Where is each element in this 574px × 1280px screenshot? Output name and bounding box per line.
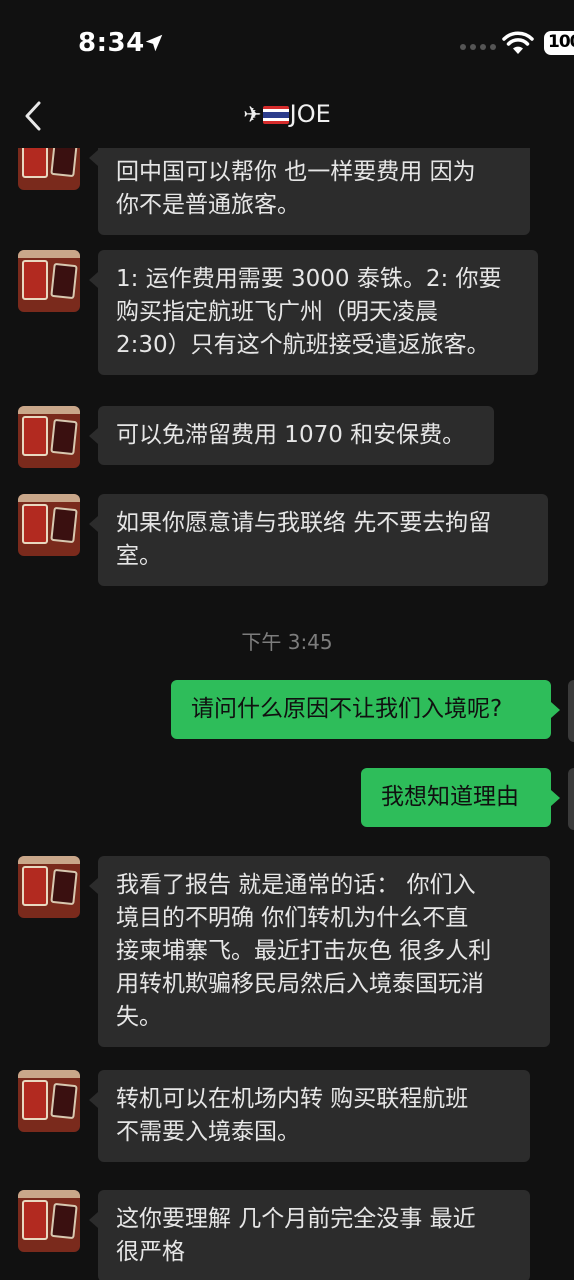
- avatar-sign: [50, 262, 78, 300]
- airplane-icon: ✈: [243, 103, 262, 128]
- avatar-sign: [22, 504, 48, 544]
- contact-avatar[interactable]: [18, 494, 80, 556]
- incoming-message[interactable]: 我看了报告 就是通常的话： 你们入 境目的不明确 你们转机为什么不直 接柬埔寨飞…: [89, 856, 550, 1047]
- battery-icon: 100: [544, 31, 574, 55]
- outgoing-message[interactable]: 请问什么原因不让我们入境呢?: [171, 680, 560, 739]
- contact-avatar[interactable]: [18, 1190, 80, 1252]
- my-avatar[interactable]: [568, 768, 574, 830]
- avatar-sign: [50, 1082, 78, 1120]
- status-bar: 8:34 100: [0, 0, 574, 86]
- contact-avatar[interactable]: [18, 856, 80, 918]
- navigation-bar: ✈ JOE: [0, 86, 574, 148]
- my-avatar[interactable]: [568, 680, 574, 742]
- avatar-sign: [50, 1202, 78, 1240]
- avatar-stripe: [18, 856, 80, 864]
- avatar-stripe: [18, 250, 80, 258]
- outgoing-message[interactable]: 我想知道理由: [361, 768, 560, 827]
- cellular-signal-icon: [460, 44, 496, 50]
- message-list[interactable]: 回中国可以帮你 也一样要费用 因为 你不是普通旅客。 1: 运作费用需要 300…: [0, 0, 574, 1280]
- contact-avatar[interactable]: [18, 250, 80, 312]
- location-arrow-icon: [145, 34, 163, 52]
- avatar-stripe: [18, 406, 80, 414]
- contact-avatar[interactable]: [18, 406, 80, 468]
- incoming-message[interactable]: 转机可以在机场内转 购买联程航班 不需要入境泰国。: [89, 1070, 530, 1162]
- incoming-message[interactable]: 1: 运作费用需要 3000 泰铢。2: 你要 购买指定航班飞广州（明天凌晨 2…: [89, 250, 538, 375]
- chat-screen: 回中国可以帮你 也一样要费用 因为 你不是普通旅客。 1: 运作费用需要 300…: [0, 0, 574, 1280]
- avatar-sign: [22, 260, 48, 300]
- avatar-sign: [22, 866, 48, 906]
- contact-avatar[interactable]: [18, 1070, 80, 1132]
- message-timestamp: 下午 3:45: [241, 630, 333, 654]
- incoming-message[interactable]: 可以免滞留费用 1070 和安保费。: [89, 406, 494, 465]
- avatar-sign: [22, 1200, 48, 1240]
- avatar-sign: [50, 868, 78, 906]
- chat-title[interactable]: ✈ JOE: [0, 100, 574, 128]
- contact-name: JOE: [289, 100, 331, 128]
- avatar-stripe: [18, 1070, 80, 1078]
- status-time: 8:34: [78, 28, 145, 58]
- avatar-sign: [22, 1080, 48, 1120]
- wifi-icon: [502, 31, 534, 54]
- avatar-sign: [50, 506, 78, 544]
- incoming-message[interactable]: 如果你愿意请与我联络 先不要去拘留 室。: [89, 494, 548, 586]
- avatar-sign: [50, 418, 78, 456]
- avatar-stripe: [18, 494, 80, 502]
- incoming-message[interactable]: 这你要理解 几个月前完全没事 最近 很严格: [89, 1190, 530, 1280]
- avatar-stripe: [18, 1190, 80, 1198]
- avatar-sign: [22, 416, 48, 456]
- battery-level: 100: [548, 32, 574, 52]
- thailand-flag-icon: [262, 106, 289, 124]
